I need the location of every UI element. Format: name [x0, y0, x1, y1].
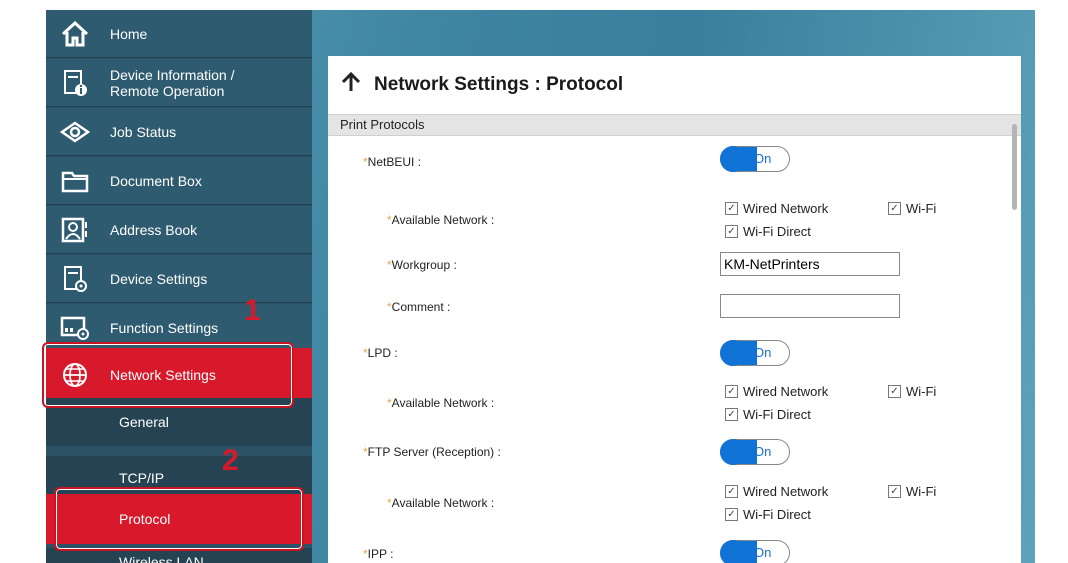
checkbox-label: Wi-Fi: [906, 384, 937, 399]
sidebar-item-device-settings[interactable]: Device Settings: [46, 255, 312, 303]
sidebar-subitem-label: TCP/IP: [119, 470, 165, 486]
sidebar-item-label: Document Box: [110, 172, 202, 189]
checkbox-box: ✓: [725, 385, 738, 398]
sidebar-item-label: Home: [110, 25, 148, 42]
sidebar-item-address-book[interactable]: Address Book: [46, 206, 312, 254]
row-label: Available Network :: [391, 396, 495, 410]
sidebar-item-label: Function Settings: [110, 319, 219, 336]
sidebar: Home Device Information / Remote Operati…: [46, 10, 312, 563]
wifi-checkbox[interactable]: ✓ Wi-Fi: [888, 484, 936, 499]
device-settings-icon: [60, 264, 90, 294]
browser-frame: Home Device Information / Remote Operati…: [46, 10, 1035, 563]
workgroup-label: *Workgroup :: [387, 258, 457, 272]
device-info-icon: [60, 68, 90, 98]
netbeui-toggle[interactable]: On: [720, 146, 790, 172]
wired-network-checkbox[interactable]: ✓ Wired Network: [725, 201, 828, 216]
row-label: IPP :: [367, 547, 394, 561]
wifi-direct-checkbox[interactable]: ✓ Wi-Fi Direct: [725, 224, 811, 239]
sidebar-item-job-status[interactable]: Job Status: [46, 108, 312, 156]
sidebar-subitem-label: Wireless LAN: [119, 554, 204, 563]
checkbox-label: Wi-Fi: [906, 201, 937, 216]
checkbox-box: ✓: [888, 385, 901, 398]
sidebar-item-device-info[interactable]: Device Information / Remote Operation: [46, 59, 312, 107]
checkbox-box: ✓: [888, 202, 901, 215]
row-label: Workgroup :: [391, 258, 457, 272]
sidebar-item-label: Address Book: [110, 221, 198, 238]
comment-label: *Comment :: [387, 300, 450, 314]
home-icon: [60, 19, 90, 49]
callout-highlight-network-settings: [42, 342, 294, 408]
eye-icon: [60, 117, 90, 147]
checkbox-box: ✓: [725, 408, 738, 421]
checkbox-label: Wired Network: [743, 384, 829, 399]
row-label: FTP Server (Reception) :: [367, 445, 501, 459]
folder-icon: [60, 166, 90, 196]
ftp-toggle[interactable]: On: [720, 439, 790, 465]
available-network-label: *Available Network :: [387, 396, 494, 410]
sidebar-item-label: Device Settings: [110, 270, 208, 287]
checkbox-label: Wired Network: [743, 201, 829, 216]
panel-header: Network Settings : Protocol: [328, 56, 1021, 114]
available-network-label: *Available Network :: [387, 213, 494, 227]
checkbox-box: ✓: [725, 225, 738, 238]
row-label: Available Network :: [391, 213, 495, 227]
wifi-checkbox[interactable]: ✓ Wi-Fi: [888, 384, 936, 399]
checkbox-box: ✓: [725, 202, 738, 215]
workgroup-input[interactable]: KM-NetPrinters: [720, 252, 900, 276]
checkbox-label: Wi-Fi Direct: [743, 407, 811, 422]
callout-number-2: 2: [222, 444, 239, 477]
callout-highlight-protocol: [54, 487, 304, 551]
scrollbar[interactable]: [1012, 124, 1017, 210]
row-label: NetBEUI :: [367, 155, 422, 169]
callout-number-1: 1: [244, 294, 261, 327]
checkbox-box: ✓: [888, 485, 901, 498]
sidebar-item-document-box[interactable]: Document Box: [46, 157, 312, 205]
ipp-toggle[interactable]: On: [720, 540, 790, 563]
row-label: LPD :: [367, 346, 398, 360]
toggle-text: On: [754, 345, 772, 360]
sidebar-subitem-label: General: [119, 414, 169, 430]
sidebar-item-home[interactable]: Home: [46, 10, 312, 58]
ipp-label: *IPP :: [363, 547, 393, 561]
settings-panel: Network Settings : Protocol Print Protoc…: [328, 56, 1021, 563]
sidebar-item-label: Job Status: [110, 123, 177, 140]
toggle-text: On: [754, 545, 772, 560]
wifi-direct-checkbox[interactable]: ✓ Wi-Fi Direct: [725, 407, 811, 422]
toggle-text: On: [754, 151, 772, 166]
row-label: Comment :: [391, 300, 451, 314]
lpd-label: *LPD :: [363, 346, 398, 360]
wifi-direct-checkbox[interactable]: ✓ Wi-Fi Direct: [725, 507, 811, 522]
wifi-checkbox[interactable]: ✓ Wi-Fi: [888, 201, 936, 216]
page-title: Network Settings : Protocol: [374, 74, 624, 95]
checkbox-label: Wi-Fi Direct: [743, 224, 811, 239]
checkbox-label: Wi-Fi: [906, 484, 937, 499]
arrow-up-icon[interactable]: [340, 71, 362, 99]
ftp-label: *FTP Server (Reception) :: [363, 445, 501, 459]
checkbox-label: Wired Network: [743, 484, 829, 499]
address-book-icon: [60, 215, 90, 245]
wired-network-checkbox[interactable]: ✓ Wired Network: [725, 484, 828, 499]
comment-input[interactable]: [720, 294, 900, 318]
checkbox-label: Wi-Fi Direct: [743, 507, 811, 522]
sidebar-item-label: Device Information / Remote Operation: [110, 66, 235, 99]
section-header: Print Protocols: [328, 114, 1021, 136]
available-network-label: *Available Network :: [387, 496, 494, 510]
checkbox-box: ✓: [725, 508, 738, 521]
lpd-toggle[interactable]: On: [720, 340, 790, 366]
netbeui-label: *NetBEUI :: [363, 155, 421, 169]
function-settings-icon: [60, 313, 90, 343]
wired-network-checkbox[interactable]: ✓ Wired Network: [725, 384, 828, 399]
row-label: Available Network :: [391, 496, 495, 510]
checkbox-box: ✓: [725, 485, 738, 498]
toggle-text: On: [754, 444, 772, 459]
